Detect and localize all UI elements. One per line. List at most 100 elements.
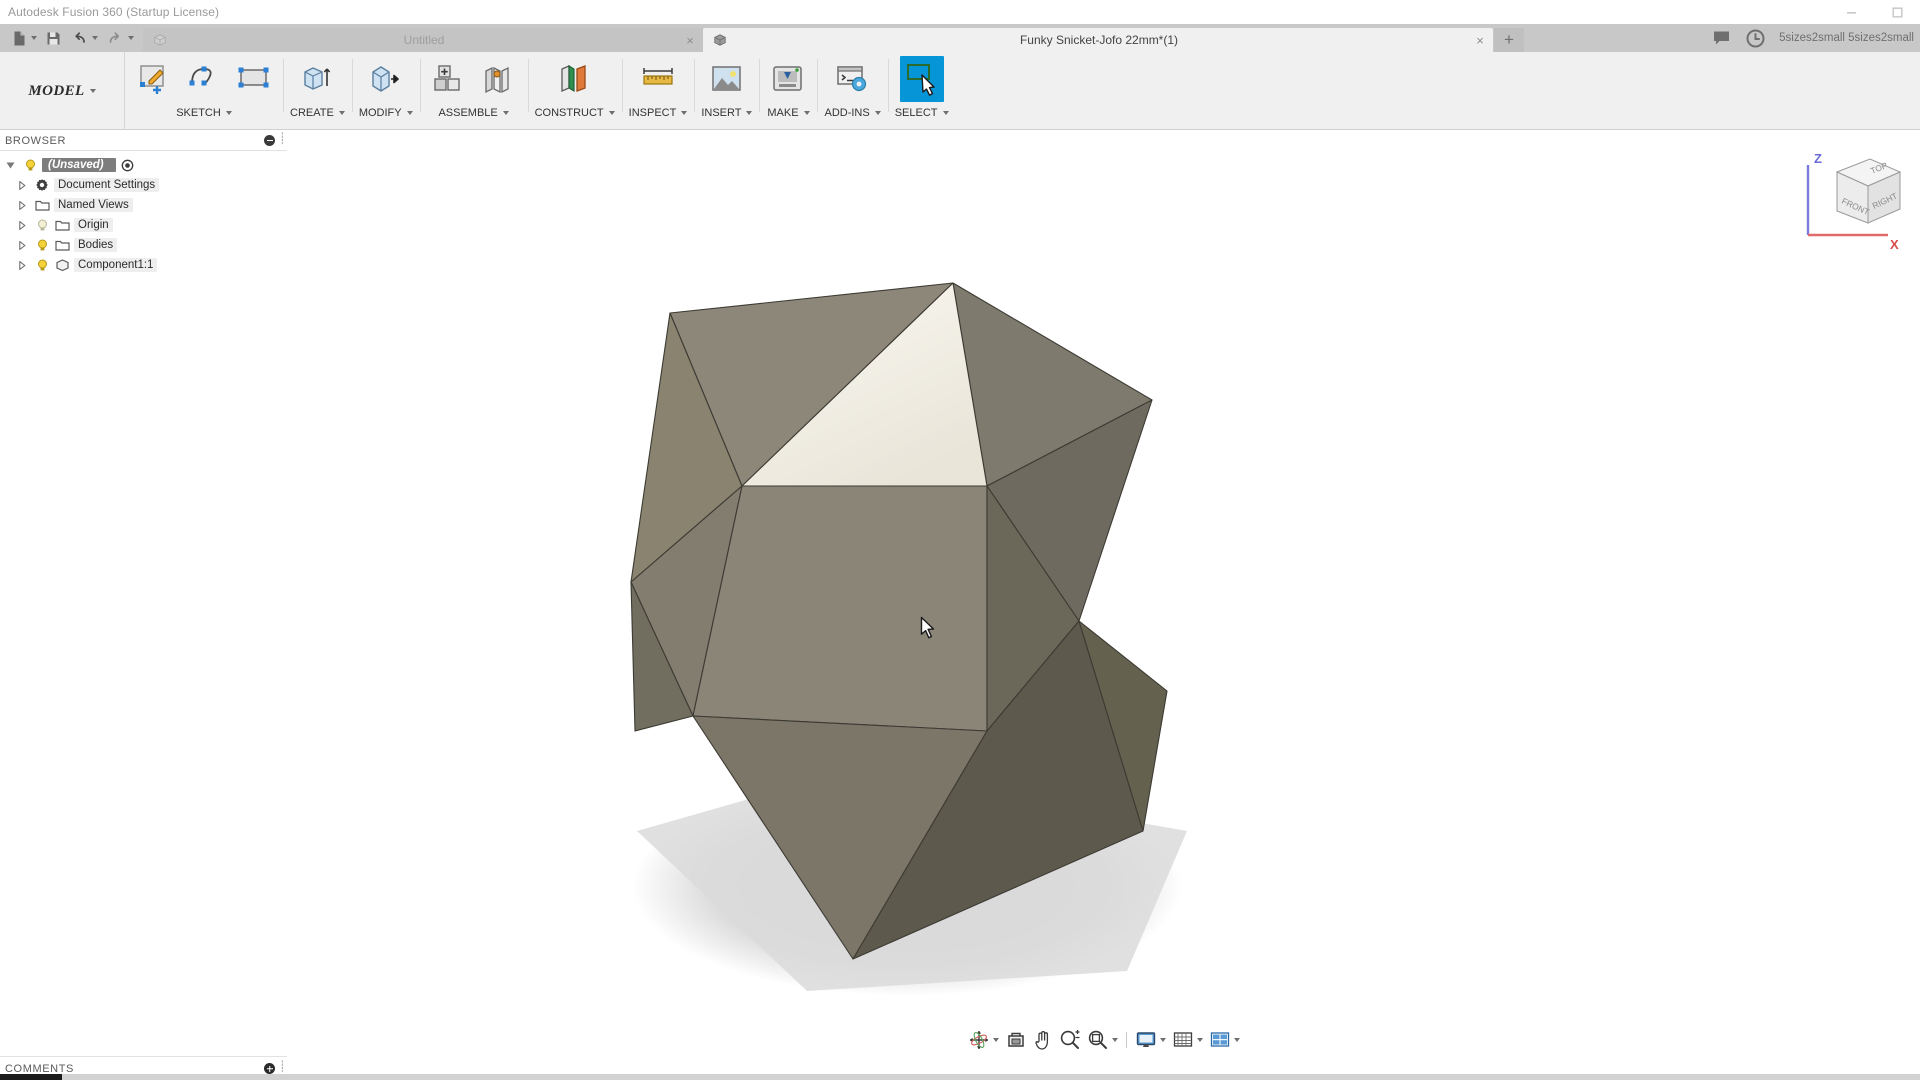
measure-tool[interactable] [636,56,680,102]
ribbon-group-label[interactable]: INSERT [701,107,752,119]
chevron-down-icon [31,36,37,40]
quick-redo-button[interactable] [103,26,137,50]
tree-item-document-settings[interactable]: Document Settings [0,175,287,195]
viewports[interactable] [1207,1028,1242,1052]
3d-viewport[interactable]: Z X TOP FRONT RIGHT [287,131,1920,1056]
ribbon-group-label[interactable]: MAKE [767,107,809,119]
ribbon-group-label[interactable]: ADD-INS [824,107,880,119]
grid-and-snaps[interactable] [1170,1028,1205,1052]
chevron-down-icon [90,89,96,93]
3d-print-tool[interactable] [766,56,810,102]
visibility-bulb-icon[interactable] [34,219,50,232]
ribbon-group-text: CREATE [290,107,334,119]
target-icon[interactable] [120,159,136,172]
file-icon [11,30,28,47]
ribbon-group-modify: MODIFY [352,52,420,130]
picture-icon [709,62,745,96]
ribbon-group-construct: CONSTRUCT [528,52,622,130]
ribbon-group-label[interactable]: CREATE [290,107,345,119]
new-component-icon [431,62,467,96]
orbit-tool[interactable] [966,1028,1001,1052]
insert-image-tool[interactable] [705,56,749,102]
ribbon-group-label[interactable]: CONSTRUCT [535,107,615,119]
expander-triangle-right-icon[interactable] [14,221,30,230]
quick-save-button[interactable] [42,26,65,50]
tree-item-label: Bodies [74,238,117,252]
taskbar-indicator [0,1074,62,1080]
folder-icon [54,218,70,232]
chevron-down-icon [1197,1038,1203,1042]
ribbon-group-label[interactable]: SKETCH [176,107,232,119]
tree-item-label: Component1:1 [74,258,157,272]
select-cursor-icon [902,59,942,99]
add-comment-icon[interactable] [264,1063,275,1074]
new-tab-button[interactable]: + [1494,28,1524,52]
visibility-bulb-icon[interactable] [34,259,50,272]
floppy-disk-icon [45,30,62,47]
offset-plane-tool[interactable] [553,56,597,102]
orbit-icon [968,1029,990,1051]
fusion360-window: Autodesk Fusion 360 (Startup License) [0,0,1920,1080]
scripts-and-addins-tool[interactable] [831,56,875,102]
chat-bubble-icon[interactable] [1712,29,1732,47]
look-at-tool[interactable] [1003,1028,1029,1052]
close-icon[interactable]: × [1471,31,1489,49]
collapse-icon[interactable] [264,135,275,146]
ribbon-group-assemble: ASSEMBLE [420,52,528,130]
pan-hand-icon [1033,1029,1053,1051]
expander-triangle-down-icon[interactable] [2,161,18,170]
ribbon-group-label[interactable]: MODIFY [359,107,413,119]
expander-triangle-right-icon[interactable] [14,261,30,270]
zoom-tool[interactable] [1057,1028,1083,1052]
folder-icon [34,198,50,212]
close-icon[interactable]: × [681,31,699,49]
tree-item-root[interactable]: (Unsaved) [0,155,287,175]
grip-icon[interactable]: ┊ [279,134,284,147]
extrude-icon [298,62,336,96]
maximize-button[interactable] [1874,0,1920,24]
create-sketch-tool[interactable] [132,56,176,102]
view-cube[interactable]: Z X TOP FRONT RIGHT [1792,139,1908,255]
chevron-down-icon [746,111,752,115]
document-tab-untitled[interactable]: Untitled × [143,28,703,52]
quick-undo-button[interactable] [67,26,101,50]
account-name[interactable]: 5sizes2small 5sizes2small [1779,32,1914,44]
expander-triangle-right-icon[interactable] [14,201,30,210]
expander-triangle-right-icon[interactable] [14,181,30,190]
quick-new-file-button[interactable] [8,26,40,50]
new-component-tool[interactable] [427,56,471,102]
pan-tool[interactable] [1031,1028,1055,1052]
face-center-band [693,486,987,731]
icosahedron-model[interactable] [287,131,1920,1056]
minimize-button[interactable] [1828,0,1874,24]
ribbon-group-label[interactable]: SELECT [895,107,949,119]
redo-arrow-icon [106,30,125,47]
gear-icon [34,178,50,192]
workspace-selector[interactable]: MODEL [0,52,125,130]
fit-tool[interactable] [1085,1028,1120,1052]
extrude-tool[interactable] [295,56,339,102]
visibility-bulb-icon[interactable] [34,239,50,252]
ribbon-group-label[interactable]: INSPECT [629,107,688,119]
spline-tool[interactable] [182,56,226,102]
rectangle-tool[interactable] [232,56,276,102]
undo-arrow-icon [70,30,89,47]
visibility-bulb-icon[interactable] [22,159,38,172]
display-settings[interactable] [1133,1028,1168,1052]
ribbon-group-label[interactable]: ASSEMBLE [438,107,508,119]
maximize-icon [1892,7,1903,18]
select-tool[interactable] [900,56,944,102]
chevron-down-icon [92,36,98,40]
expander-triangle-right-icon[interactable] [14,241,30,250]
tree-item-origin[interactable]: Origin [0,215,287,235]
press-pull-tool[interactable] [364,56,408,102]
chevron-down-icon [226,111,232,115]
tree-item-named-views[interactable]: Named Views [0,195,287,215]
tree-item-bodies[interactable]: Bodies [0,235,287,255]
document-tab-funky-snicket[interactable]: Funky Snicket-Jofo 22mm*(1) × [703,28,1493,52]
tree-item-component1[interactable]: Component1:1 [0,255,287,275]
spline-icon [187,62,221,96]
clock-icon[interactable] [1746,29,1765,48]
joint-tool[interactable] [477,56,521,102]
comments-title: COMMENTS [5,1063,74,1075]
